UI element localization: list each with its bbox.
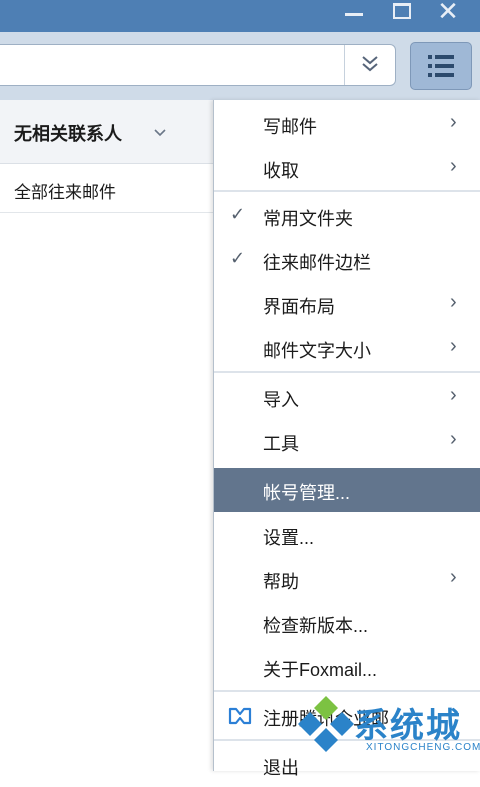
chevron-right-icon: ›	[450, 155, 457, 177]
contact-header-title: 无相关联系人	[14, 124, 122, 144]
hamburger-list-icon	[428, 55, 454, 77]
chevron-down-icon	[154, 129, 166, 137]
menu-item-account-management[interactable]: 帐号管理...	[214, 468, 480, 512]
close-button[interactable]: ✕	[430, 0, 466, 28]
menu-item-label: 检查新版本...	[263, 616, 369, 636]
title-bar: ✕	[0, 0, 480, 32]
menu-item-label: 帐号管理...	[263, 483, 351, 503]
menu-item-common-folders[interactable]: ✓ 常用文件夹	[214, 194, 480, 238]
menu-item-import[interactable]: 导入 ›	[214, 375, 480, 419]
minimize-icon	[345, 13, 363, 16]
chevron-right-icon: ›	[450, 111, 457, 133]
checkmark-icon: ✓	[230, 204, 246, 224]
menu-item-receive[interactable]: 收取 ›	[214, 146, 480, 190]
maximize-button[interactable]	[383, 0, 419, 28]
menu-item-label: 关于Foxmail...	[263, 660, 378, 680]
chevron-right-icon: ›	[450, 428, 457, 450]
link-icon	[228, 707, 252, 725]
menu-item-compose[interactable]: 写邮件 ›	[214, 102, 480, 146]
minimize-button[interactable]	[336, 0, 372, 28]
menu-item-about[interactable]: 关于Foxmail...	[214, 645, 480, 689]
menu-item-help[interactable]: 帮助 ›	[214, 557, 480, 601]
watermark-brand: 系统城	[354, 706, 462, 746]
chevron-right-icon: ›	[450, 291, 457, 313]
toolbar	[0, 32, 480, 100]
menu-item-label: 界面布局	[263, 297, 335, 317]
menu-separator	[214, 190, 480, 192]
all-mail-label: 全部往来邮件	[14, 183, 116, 202]
menu-item-label: 邮件文字大小	[263, 341, 371, 361]
watermark-url: XITONGCHENG.COM	[366, 742, 480, 753]
menu-item-layout[interactable]: 界面布局 ›	[214, 282, 480, 326]
menu-item-text-size[interactable]: 邮件文字大小 ›	[214, 326, 480, 370]
checkmark-icon: ✓	[230, 248, 246, 268]
menu-item-label: 导入	[263, 390, 299, 410]
menu-item-label: 往来邮件边栏	[263, 253, 371, 273]
menu-separator	[214, 371, 480, 373]
all-mail-row[interactable]: 全部往来邮件	[0, 164, 214, 213]
chevron-right-icon: ›	[450, 335, 457, 357]
menu-item-tools[interactable]: 工具 ›	[214, 419, 480, 463]
chevron-right-icon: ›	[450, 566, 457, 588]
main-menu: 写邮件 › 收取 › ✓ 常用文件夹 ✓ 往来邮件边栏 界面布局 › 邮件文字大…	[213, 100, 480, 778]
menu-item-label: 工具	[263, 434, 299, 454]
menu-item-check-update[interactable]: 检查新版本...	[214, 601, 480, 645]
menu-item-label: 常用文件夹	[263, 209, 353, 229]
contact-header[interactable]: 无相关联系人	[0, 100, 214, 164]
maximize-icon	[393, 3, 411, 19]
menu-item-settings[interactable]: 设置...	[214, 513, 480, 557]
search-input[interactable]	[0, 44, 396, 86]
menu-item-mail-sidebar[interactable]: ✓ 往来邮件边栏	[214, 238, 480, 282]
menu-item-label: 设置...	[263, 528, 315, 548]
watermark-logo-icon	[298, 696, 354, 752]
watermark: 系统城 XITONGCHENG.COM	[298, 694, 480, 771]
menu-separator	[214, 690, 480, 692]
double-chevron-down-icon	[362, 56, 378, 72]
menu-item-label: 收取	[263, 161, 299, 181]
close-icon: ✕	[437, 0, 459, 26]
menu-item-label: 退出	[263, 758, 299, 778]
menu-item-label: 写邮件	[263, 117, 317, 137]
chevron-right-icon: ›	[450, 384, 457, 406]
menu-item-label: 帮助	[263, 572, 299, 592]
main-menu-button[interactable]	[410, 42, 472, 90]
search-dropdown-button[interactable]	[344, 45, 395, 85]
